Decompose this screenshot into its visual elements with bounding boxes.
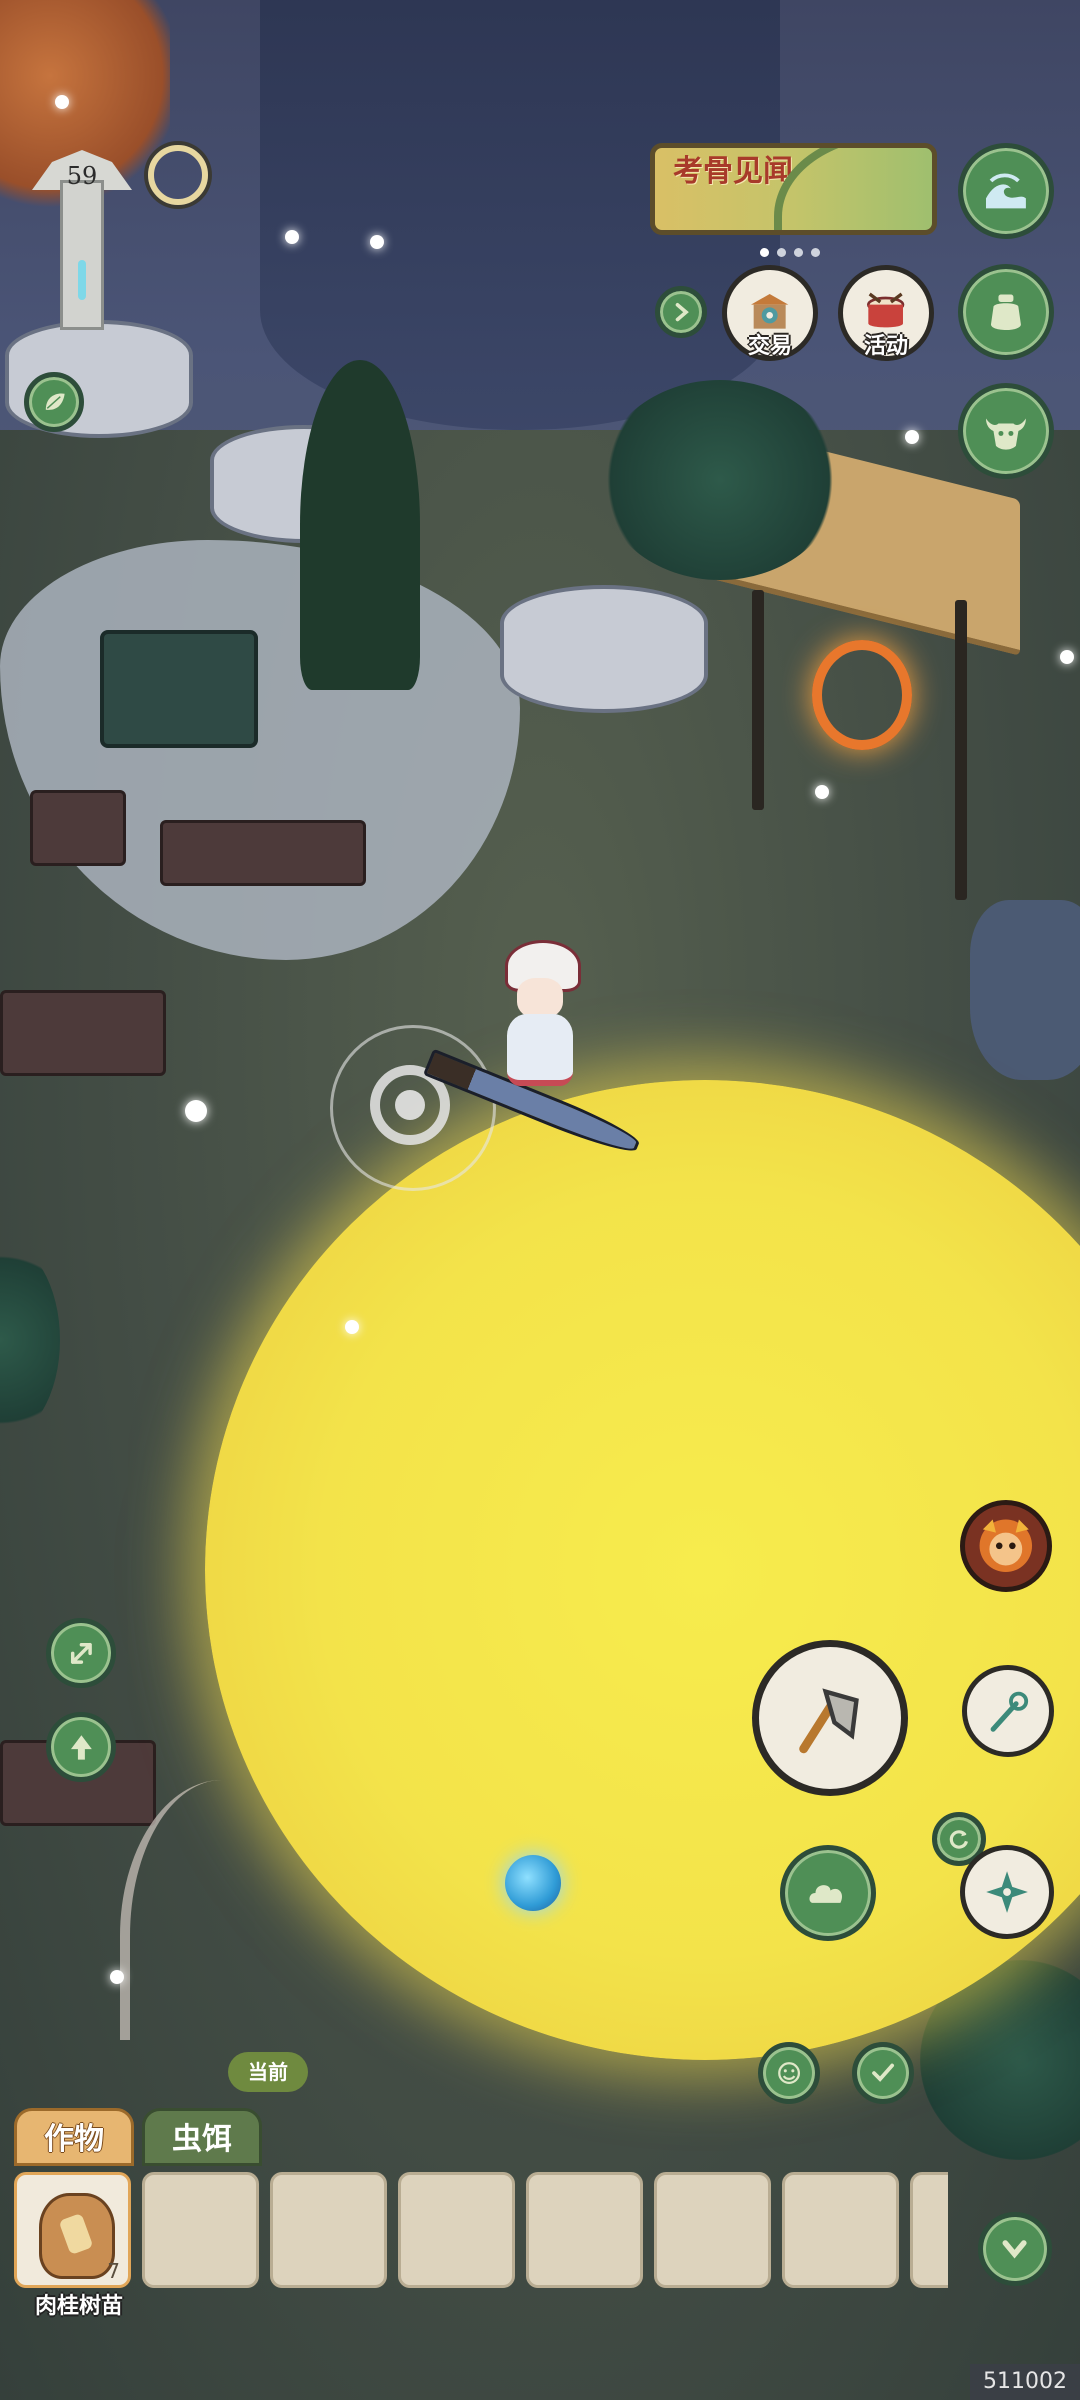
shuriken-icon — [986, 1871, 1028, 1913]
snow-sparkle — [815, 785, 829, 799]
leaf-button[interactable] — [24, 372, 84, 432]
spear-button[interactable] — [962, 1665, 1054, 1757]
inventory-slot[interactable] — [270, 2172, 387, 2288]
spear-icon — [990, 1691, 1028, 1732]
task-button[interactable] — [852, 2042, 914, 2104]
current-tag: 当前 — [228, 2052, 308, 2092]
spirit-orb[interactable] — [505, 1855, 561, 1911]
inventory-slot[interactable]: 7 — [14, 2172, 131, 2288]
millstone[interactable] — [500, 585, 708, 713]
ox-head-icon — [986, 418, 1026, 450]
slot-item-name: 肉桂树苗 — [34, 2293, 123, 2319]
cloud-icon — [809, 1885, 843, 1903]
pager-dot — [794, 248, 803, 257]
player-level: 59 — [66, 162, 98, 190]
snow-sparkle — [370, 235, 384, 249]
level-gauge — [78, 260, 86, 300]
refresh-icon — [950, 1830, 969, 1849]
fire-portal[interactable] — [812, 640, 912, 750]
snow-sparkle — [55, 95, 69, 109]
snow-sparkle — [185, 1100, 207, 1122]
banner-title: 考骨见闻 — [673, 154, 793, 189]
plant-button[interactable] — [46, 1712, 116, 1782]
snow-sparkle — [1060, 650, 1074, 664]
snow-sparkle — [345, 1320, 359, 1334]
collapse-inventory-button[interactable] — [978, 2212, 1052, 2286]
pager-dot — [777, 248, 786, 257]
emote-icon — [778, 2062, 800, 2084]
event-label: 活动 — [863, 333, 908, 359]
banner-pager — [760, 248, 820, 257]
inventory-slot[interactable] — [398, 2172, 515, 2288]
snow-sparkle — [110, 1970, 124, 1984]
player-face — [517, 978, 563, 1018]
pager-dot — [760, 248, 769, 257]
hut-post — [955, 600, 967, 900]
game-scene[interactable] — [0, 0, 1080, 2400]
chevron-down-icon — [1002, 2240, 1028, 2259]
slot-count: 7 — [107, 2259, 120, 2283]
emote-button[interactable] — [758, 2042, 820, 2104]
inventory-slot[interactable] — [782, 2172, 899, 2288]
snow-sparkle — [905, 430, 919, 444]
shuriken-button[interactable] — [960, 1845, 1054, 1939]
moon-phase-icon[interactable] — [148, 145, 208, 205]
expand-view-button[interactable] — [46, 1618, 116, 1688]
level-tower[interactable]: 59 — [32, 140, 132, 330]
checklist-icon — [872, 2063, 894, 2082]
snow-sparkle — [285, 230, 299, 244]
player-character[interactable] — [495, 940, 585, 1086]
fish-table[interactable] — [0, 990, 166, 1076]
tower-shaft — [60, 180, 104, 330]
monkey-avatar-icon — [979, 1519, 1033, 1573]
workbench[interactable] — [160, 820, 366, 886]
inventory-bar: 7 — [14, 2172, 948, 2290]
expand-shortcuts-button[interactable] — [655, 286, 707, 338]
event-banner[interactable]: 考骨见闻 — [650, 143, 937, 235]
leaf-icon — [45, 393, 65, 410]
cloud-skill-button[interactable] — [780, 1845, 876, 1941]
hut-post — [752, 590, 764, 810]
inventory-slot[interactable] — [654, 2172, 771, 2288]
player-robe — [507, 1014, 573, 1086]
tree-icon — [70, 1734, 92, 1760]
axe-icon — [799, 1688, 859, 1754]
tab-crops[interactable]: 作物 — [14, 2108, 134, 2166]
expand-icon — [70, 1642, 92, 1664]
storage-chest[interactable] — [100, 630, 258, 748]
trade-label: 交易 — [747, 333, 792, 359]
dinosaur-icon — [774, 148, 922, 230]
wave-button[interactable] — [958, 143, 1054, 239]
pager-dot — [811, 248, 820, 257]
anvil[interactable] — [30, 790, 126, 866]
bamboo-cluster — [300, 360, 420, 690]
tab-bait[interactable]: 虫饵 — [142, 2108, 262, 2166]
chevron-right-icon — [675, 302, 689, 322]
seed-sack-icon — [39, 2193, 115, 2279]
inventory-slot[interactable] — [910, 2172, 948, 2288]
inventory-slot[interactable] — [142, 2172, 259, 2288]
bush — [600, 380, 840, 580]
build-id: 511002 — [970, 2364, 1080, 2400]
jar-button[interactable] — [958, 264, 1054, 360]
wave-icon — [986, 173, 1026, 209]
jar-icon — [991, 294, 1021, 331]
bronze-cauldron[interactable] — [970, 900, 1080, 1080]
inventory-slot[interactable] — [526, 2172, 643, 2288]
axe-action-button[interactable] — [752, 1640, 908, 1796]
companion-avatar[interactable] — [960, 1500, 1052, 1592]
ox-head-button[interactable] — [958, 383, 1054, 479]
